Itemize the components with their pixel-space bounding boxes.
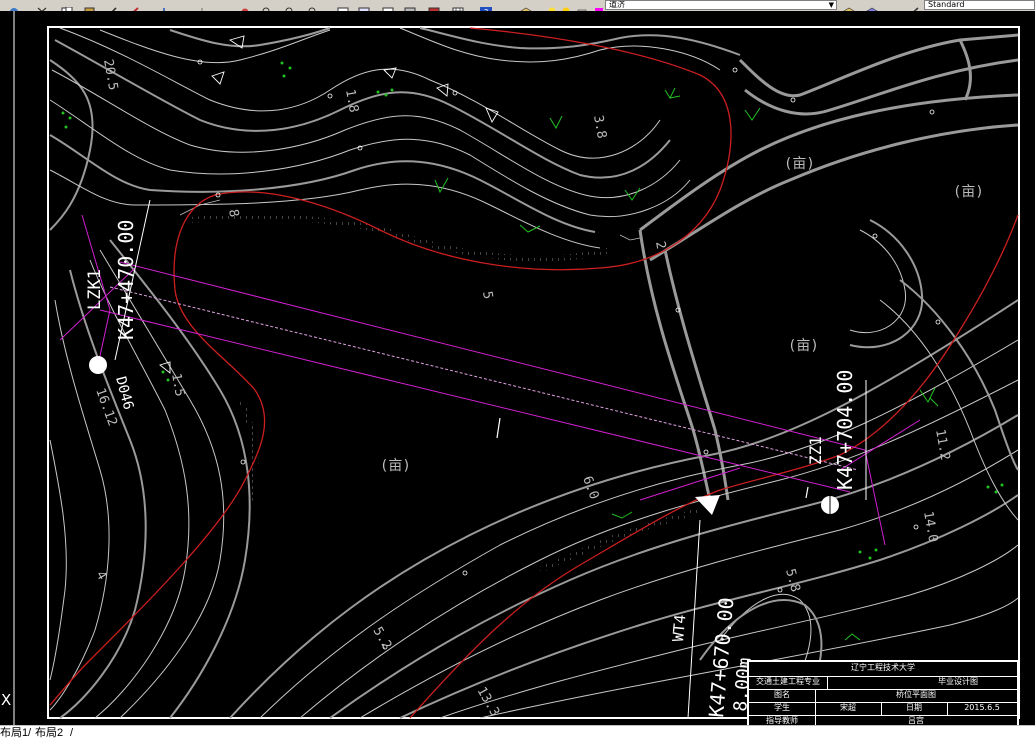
design-type: 毕业设计图 (938, 677, 978, 686)
contour-lines (49, 27, 1019, 719)
tab-layout-2[interactable]: 布局2 (35, 726, 63, 740)
drawing-canvas[interactable]: K47+470.00 LZK1 D046 K47+704.00 ZZ1 K47+… (0, 11, 1035, 728)
date-value: 2015.6.5 (964, 703, 1000, 712)
layer-state-icon[interactable] (843, 1, 855, 11)
pier-center-label: WT4 (669, 614, 689, 643)
vegetation-marks (434, 87, 939, 641)
elev-4-label: 4 (93, 569, 110, 583)
drawing-border (47, 26, 1020, 719)
text-style-icon[interactable] (908, 1, 920, 11)
drawing-name-label: 图名 (774, 690, 790, 699)
tree-symbol-2: (亩) (953, 183, 984, 200)
pan-icon[interactable] (239, 1, 251, 11)
bridge-centerline (109, 286, 859, 471)
student-label: 学生 (774, 703, 790, 712)
elev-11-2-label: 11.2 (932, 428, 952, 461)
tree-symbol-4: (亩) (380, 457, 411, 474)
calculator-icon[interactable] (428, 1, 440, 11)
elev-1-5-label: 1.5 (168, 372, 187, 398)
properties-icon[interactable] (337, 1, 349, 11)
drawing-name: 桥位平面图 (896, 690, 936, 699)
vegetation-dots (61, 61, 1004, 560)
text-style-name: Standard (928, 0, 965, 9)
elev-5-label: 5 (479, 290, 495, 300)
elev-16-12-label: 16.12 (92, 386, 119, 428)
calculator-grid-icon[interactable] (452, 1, 464, 11)
copy-icon[interactable] (61, 1, 73, 11)
elev-3-8-label: 3.8 (590, 114, 609, 140)
text-style-dropdown[interactable]: Standard (924, 0, 1035, 10)
tree-symbol-1: (亩) (784, 155, 815, 172)
lock-icon[interactable] (576, 1, 588, 11)
redo-icon[interactable] (196, 1, 208, 11)
tree-symbol-3: (亩) (788, 337, 819, 354)
bulb-icon[interactable] (546, 1, 558, 11)
student-name: 宋超 (840, 703, 856, 712)
elev-14-0-label: 14.0 (920, 510, 940, 543)
undo-icon[interactable] (158, 1, 170, 11)
sun-icon[interactable] (560, 1, 572, 11)
drawing-svg: K47+470.00 LZK1 D046 K47+704.00 ZZ1 K47+… (13, 11, 1020, 725)
major-name: 交通土建工程专业 (756, 677, 820, 686)
chevron-down-icon: ▼ (828, 1, 834, 9)
brush-icon[interactable] (128, 1, 140, 11)
layer-previous-icon[interactable] (866, 1, 878, 11)
elev-20-5-label: 20.5 (100, 58, 120, 91)
tool-palettes-icon[interactable] (382, 1, 394, 11)
slope-hatches (179, 199, 701, 573)
color-icon[interactable] (593, 1, 605, 11)
design-center-icon[interactable] (358, 1, 370, 11)
globe-icon[interactable] (8, 1, 20, 11)
title-block: 辽宁工程技术大学 交通土建工程专业 毕业设计图 图名 桥位平面图 学生 宋超 日… (747, 660, 1019, 728)
date-label: 日期 (906, 703, 922, 712)
help-icon[interactable]: ? (480, 1, 492, 11)
zoom-realtime-icon[interactable] (261, 1, 273, 11)
cut-icon[interactable] (36, 1, 48, 11)
layer-dropdown[interactable]: 道济 ▼ (605, 0, 837, 10)
zoom-previous-icon[interactable] (307, 1, 319, 11)
bridge-edge-lower (99, 309, 851, 493)
match-properties-icon[interactable] (108, 1, 120, 11)
school-name: 辽宁工程技术大学 (851, 663, 915, 672)
markup-icon[interactable] (404, 1, 416, 11)
paste-icon[interactable] (84, 1, 96, 11)
pier-right-label: ZZ1 (806, 436, 825, 465)
station-left-label: K47+470.00 (114, 220, 138, 340)
station-right-label: K47+704.00 (833, 370, 857, 490)
elev-13-3-label: 13.3 (474, 685, 503, 720)
pier-left-marker (89, 356, 107, 374)
layout-tab-bar: 布局1 / 布局2 / (0, 725, 1035, 740)
survey-points (197, 59, 941, 650)
elev-5-8-label: 5.8 (782, 567, 803, 594)
layer-name: 道济 (609, 0, 625, 9)
zoom-window-icon[interactable] (284, 1, 296, 11)
elev-1-8-label: 1.8 (342, 88, 361, 114)
ucs-x-axis-label: X (1, 691, 12, 709)
layers-icon[interactable] (520, 1, 532, 11)
tab-layout-1[interactable]: 布局1 (0, 726, 28, 740)
road-edge-lines (49, 27, 1019, 719)
pier-left-label: LZK1 (85, 269, 105, 310)
elev-6-0-label: 6.0 (579, 474, 601, 501)
